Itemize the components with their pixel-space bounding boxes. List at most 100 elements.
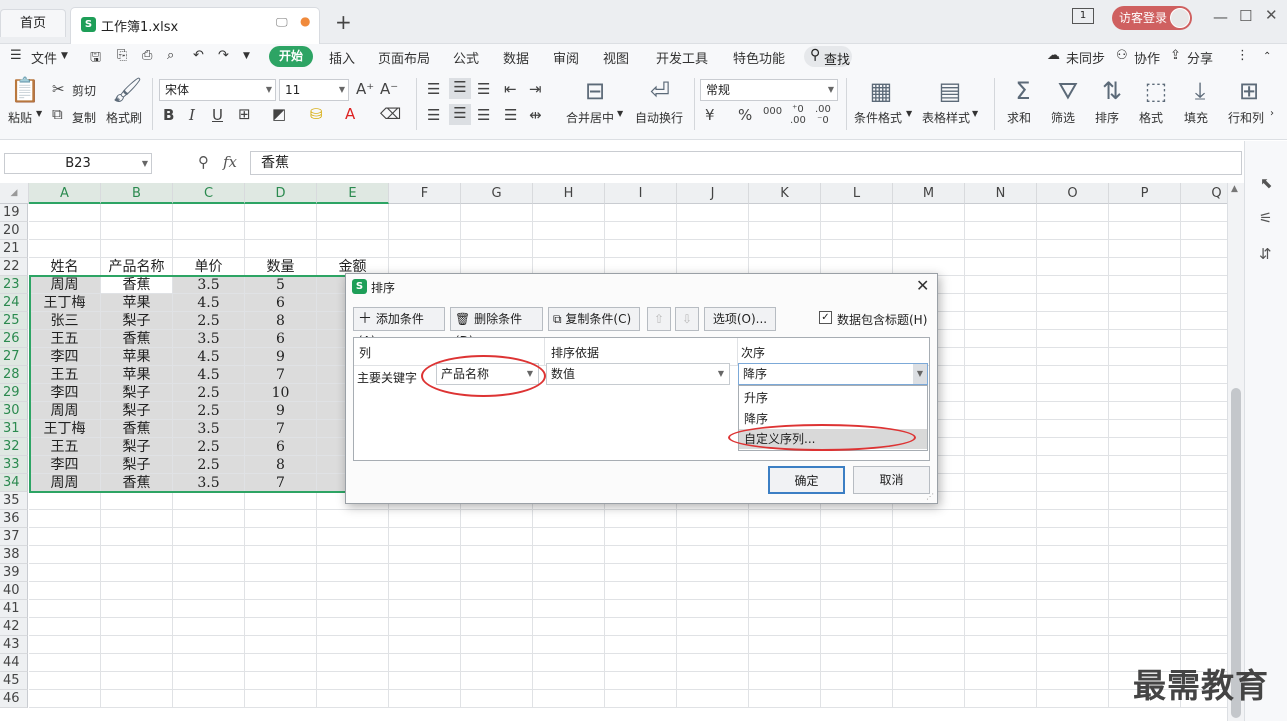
table-cell[interactable] xyxy=(1181,438,1227,456)
fill-style-icon[interactable]: ◩ xyxy=(272,105,286,123)
table-cell[interactable] xyxy=(461,636,533,654)
table-cell[interactable] xyxy=(245,672,317,690)
menu-special[interactable]: 特色功能 xyxy=(733,48,785,67)
font-size-select[interactable]: 11 ▼ xyxy=(279,79,349,101)
row-header[interactable]: 38 xyxy=(0,546,28,564)
table-cell[interactable] xyxy=(245,600,317,618)
bold-icon[interactable]: B xyxy=(163,106,174,124)
column-header[interactable]: Q xyxy=(1181,183,1227,204)
font-grow-icon[interactable]: A⁺ xyxy=(356,80,374,98)
table-cell[interactable] xyxy=(1181,204,1227,222)
table-cell[interactable] xyxy=(389,690,461,708)
table-cell[interactable] xyxy=(821,528,893,546)
table-cell[interactable] xyxy=(533,204,605,222)
table-cell[interactable] xyxy=(389,510,461,528)
table-cell[interactable] xyxy=(317,690,389,708)
table-cell[interactable] xyxy=(893,564,965,582)
table-cell[interactable] xyxy=(605,690,677,708)
table-cell[interactable] xyxy=(1181,564,1227,582)
rows-cols-button[interactable]: 行和列 xyxy=(1228,109,1264,126)
table-cell[interactable] xyxy=(389,618,461,636)
table-cell[interactable] xyxy=(1109,528,1181,546)
menu-insert[interactable]: 插入 xyxy=(329,48,355,67)
table-cell[interactable]: 3.5 xyxy=(173,474,245,492)
chevron-down-icon[interactable]: ▼ xyxy=(61,51,68,61)
table-cell[interactable]: 李四 xyxy=(29,384,101,402)
table-cell[interactable] xyxy=(1181,402,1227,420)
table-cell[interactable]: 单价 xyxy=(173,258,245,276)
row-header[interactable]: 20 xyxy=(0,222,28,240)
justify-icon[interactable]: ☰ xyxy=(504,106,517,124)
table-cell[interactable] xyxy=(389,600,461,618)
table-cell[interactable] xyxy=(1037,618,1109,636)
table-cell[interactable] xyxy=(101,240,173,258)
table-cell[interactable] xyxy=(101,582,173,600)
share-button[interactable]: 分享 xyxy=(1187,48,1213,67)
table-cell[interactable] xyxy=(29,600,101,618)
table-cell[interactable] xyxy=(29,672,101,690)
currency-icon[interactable]: ¥ xyxy=(705,106,715,124)
menu-data[interactable]: 数据 xyxy=(503,48,529,67)
move-down-icon[interactable]: ⇩ xyxy=(675,307,699,331)
table-cell[interactable] xyxy=(29,492,101,510)
table-cell[interactable] xyxy=(1037,240,1109,258)
table-cell[interactable] xyxy=(965,510,1037,528)
table-cell[interactable] xyxy=(101,204,173,222)
table-cell[interactable] xyxy=(749,600,821,618)
table-cell[interactable]: 8 xyxy=(245,456,317,474)
table-cell[interactable]: 香蕉 xyxy=(101,420,173,438)
table-cell[interactable] xyxy=(965,438,1037,456)
conditional-format-button[interactable]: 条件格式 xyxy=(854,109,902,126)
column-header[interactable]: H xyxy=(533,183,605,204)
table-cell[interactable] xyxy=(1109,258,1181,276)
table-cell[interactable] xyxy=(29,510,101,528)
table-cell[interactable] xyxy=(461,204,533,222)
table-cell[interactable] xyxy=(101,618,173,636)
column-header[interactable]: I xyxy=(605,183,677,204)
indent-icon[interactable]: ⇥ xyxy=(529,80,542,98)
table-cell[interactable] xyxy=(893,222,965,240)
table-cell[interactable] xyxy=(1109,600,1181,618)
move-up-icon[interactable]: ⇧ xyxy=(647,307,671,331)
table-cell[interactable] xyxy=(245,222,317,240)
column-header[interactable]: O xyxy=(1037,183,1109,204)
table-cell[interactable] xyxy=(965,636,1037,654)
column-header[interactable]: P xyxy=(1109,183,1181,204)
table-cell[interactable] xyxy=(173,528,245,546)
eraser-icon[interactable]: ⌫ xyxy=(380,105,401,123)
table-cell[interactable] xyxy=(821,510,893,528)
scissors-icon[interactable]: ✂ xyxy=(52,80,65,98)
name-box[interactable]: B23 ▼ xyxy=(4,153,152,174)
table-cell[interactable]: 7 xyxy=(245,366,317,384)
table-cell[interactable] xyxy=(821,222,893,240)
paste-arrow-icon[interactable]: ▼ xyxy=(36,109,42,118)
table-cell[interactable]: 王五 xyxy=(29,438,101,456)
table-cell[interactable] xyxy=(677,564,749,582)
table-cell[interactable] xyxy=(1037,330,1109,348)
table-cell[interactable] xyxy=(29,636,101,654)
table-cell[interactable] xyxy=(389,204,461,222)
search-box[interactable]: ⚲ 查找 xyxy=(804,46,852,68)
table-cell[interactable] xyxy=(1037,546,1109,564)
table-cell[interactable] xyxy=(101,546,173,564)
underline-icon[interactable]: U xyxy=(212,106,223,124)
table-cell[interactable] xyxy=(173,240,245,258)
table-cell[interactable] xyxy=(1037,672,1109,690)
table-cell[interactable]: 8 xyxy=(245,312,317,330)
row-header[interactable]: 23 xyxy=(0,276,28,294)
table-cell[interactable] xyxy=(245,510,317,528)
table-cell[interactable]: 3.5 xyxy=(173,330,245,348)
ok-button[interactable]: 确定 xyxy=(768,466,845,494)
row-header[interactable]: 44 xyxy=(0,654,28,672)
row-header[interactable]: 25 xyxy=(0,312,28,330)
paste-icon[interactable]: 📋 xyxy=(10,76,40,104)
rows-cols-icon[interactable]: ⊞ xyxy=(1234,77,1264,105)
table-cell[interactable] xyxy=(461,690,533,708)
table-cell[interactable]: 张三 xyxy=(29,312,101,330)
table-cell[interactable] xyxy=(533,546,605,564)
table-cell[interactable]: 7 xyxy=(245,420,317,438)
monitor-icon[interactable]: 🖵 xyxy=(276,15,288,30)
table-cell[interactable] xyxy=(965,492,1037,510)
paste-button[interactable]: 粘贴 xyxy=(8,109,32,126)
row-header[interactable]: 43 xyxy=(0,636,28,654)
